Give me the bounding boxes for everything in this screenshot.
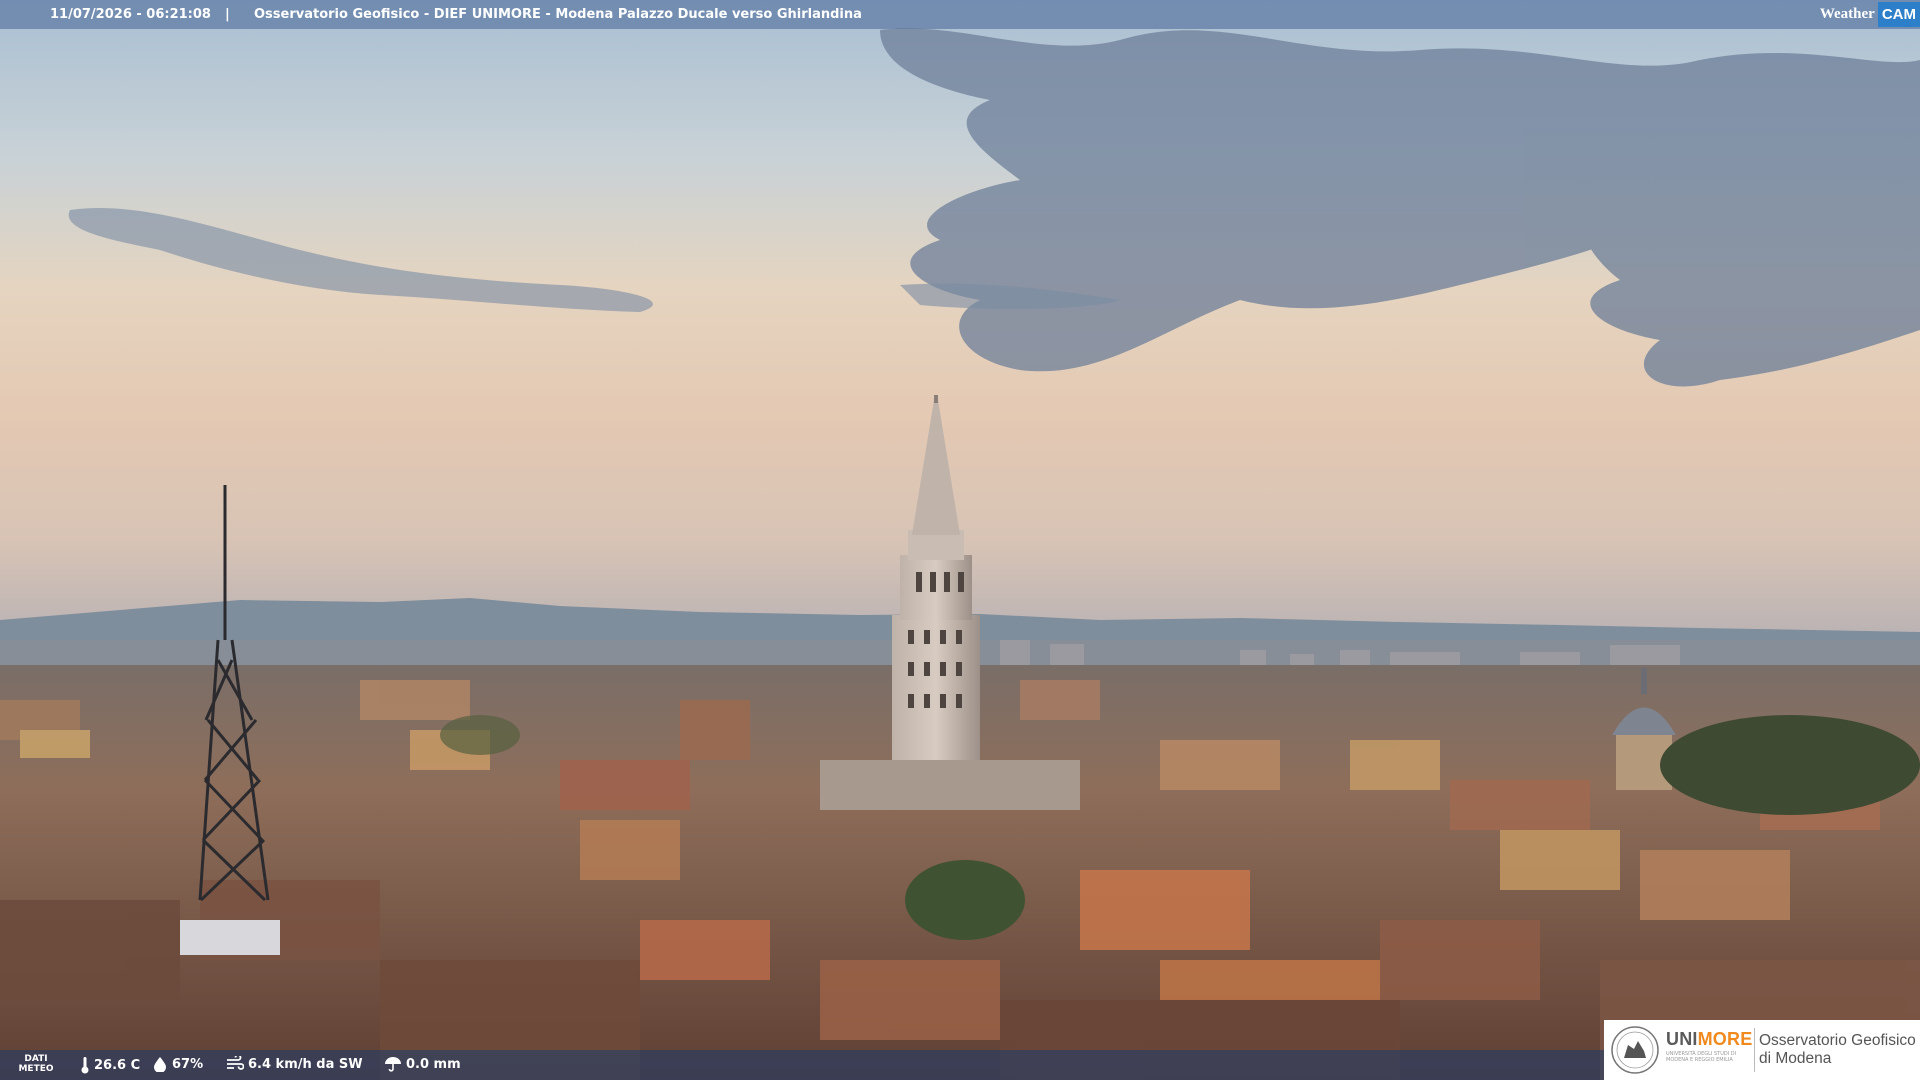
cathedral (820, 760, 1080, 810)
weather-data-label: DATI METEO (18, 1054, 54, 1074)
weathercam-logo-weather: Weather (1819, 6, 1875, 22)
trees-center (905, 860, 1025, 940)
observatory-name-line1: Osservatorio Geofisico (1759, 1032, 1916, 1049)
overlay-top-bar: 11/07/2026 - 06:21:08 | Osservatorio Geo… (0, 0, 1920, 29)
observatory-name: Osservatorio Geofisico di Modena (1759, 1032, 1916, 1068)
temperature-reading: 26.6 C (80, 1056, 140, 1074)
unimore-wordmark-uni: UNI (1666, 1029, 1698, 1049)
trees-right (1660, 715, 1920, 815)
camera-caption: Osservatorio Geofisico - DIEF UNIMORE - … (254, 7, 862, 22)
weather-data-bar: DATI METEO 26.6 C 67% 6.4 km/h da SW 0.0… (0, 1050, 1604, 1080)
unimore-subtitle: UNIVERSITÀ DEGLI STUDI DI MODENA E REGGI… (1666, 1051, 1737, 1063)
capture-timestamp: 11/07/2026 - 06:21:08 (50, 7, 211, 22)
antenna-base (180, 920, 280, 955)
rain-value: 0.0 mm (406, 1056, 461, 1072)
weather-data-label-line1: DATI (24, 1054, 48, 1064)
thermometer-icon (81, 1057, 89, 1074)
umbrella-icon (385, 1057, 401, 1072)
unimore-wordmark: UNIMORE (1666, 1029, 1752, 1050)
separator: | (225, 7, 230, 22)
temperature-value: 26.6 C (94, 1057, 141, 1073)
droplet-icon (154, 1057, 166, 1072)
observatory-name-line2: di Modena (1759, 1050, 1832, 1067)
rain-reading: 0.0 mm (384, 1056, 461, 1072)
wind-icon (227, 1056, 244, 1070)
unimore-observatory-logo: UNIMORE UNIVERSITÀ DEGLI STUDI DI MODENA… (1604, 1020, 1920, 1080)
wind-reading: 6.4 km/h da SW (226, 1056, 363, 1072)
unimore-wordmark-more: MORE (1697, 1029, 1753, 1049)
humidity-reading: 67% (152, 1056, 203, 1072)
trees-left (440, 715, 520, 755)
humidity-value: 67% (172, 1056, 204, 1072)
weather-data-label-line2: METEO (18, 1064, 54, 1074)
logo-divider (1754, 1028, 1755, 1072)
weathercam-logo-cam: CAM (1877, 2, 1920, 27)
university-seal-icon (1611, 1026, 1659, 1074)
wind-value: 6.4 km/h da SW (248, 1056, 363, 1072)
webcam-scene (0, 0, 1920, 1080)
weathercam-logo: Weather CAM (1816, 0, 1920, 29)
